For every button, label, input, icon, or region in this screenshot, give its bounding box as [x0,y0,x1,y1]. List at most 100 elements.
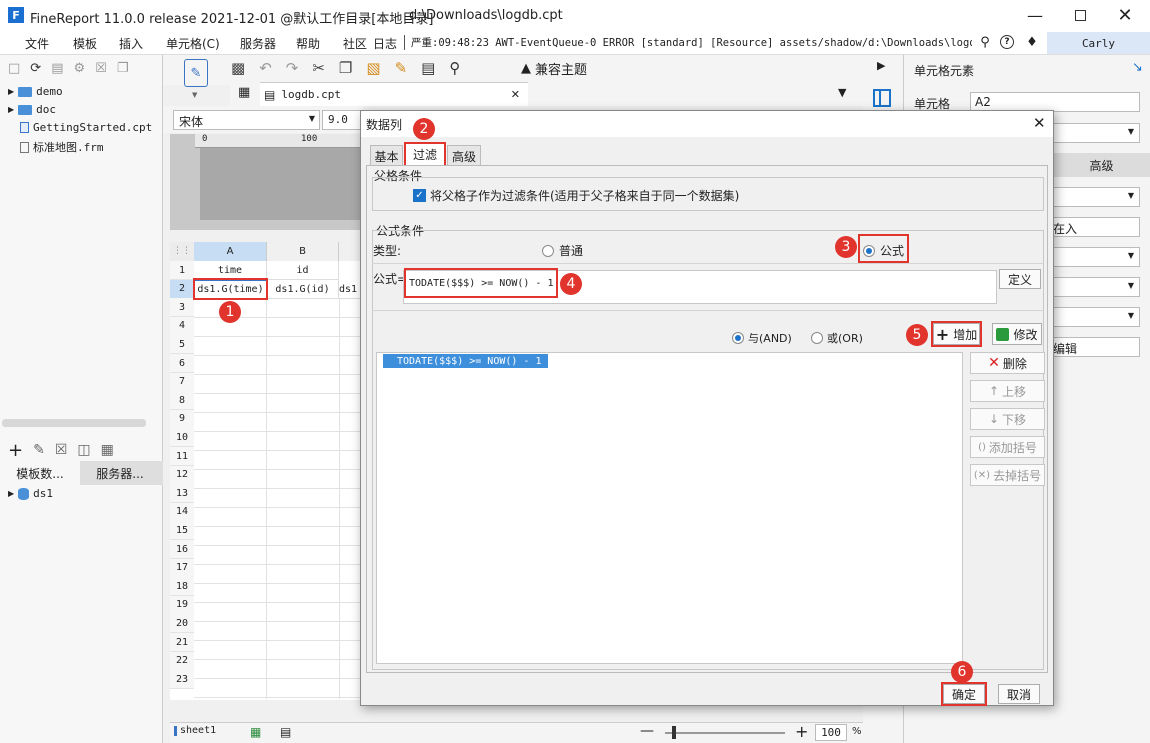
add-chart-sheet-icon[interactable]: ▤ [280,725,291,739]
compat-theme-button[interactable]: ▲ 兼容主题 [521,59,587,78]
cell-b2[interactable]: ds1.G(id) [267,280,339,299]
preview-icon[interactable]: ◫ [77,442,90,458]
panel-select-6[interactable]: ▼ [1052,307,1140,327]
condition-list[interactable]: TODATE($$$) >= NOW() - 1 [376,352,963,664]
row-header[interactable]: 22 [170,651,194,671]
format-brush-icon[interactable]: ✎ [395,59,408,77]
tree-item-ds1[interactable]: ▶ ds1 [8,487,53,500]
menu-file[interactable]: 文件 [25,35,49,52]
maximize-button[interactable] [1065,4,1095,26]
dialog-close-icon[interactable]: ✕ [1033,114,1046,132]
menu-cell[interactable]: 单元格(C) [166,35,220,52]
zoom-slider[interactable] [665,732,785,734]
panel-select-5[interactable]: ▼ [1052,277,1140,297]
panel-input-3[interactable]: 在入 [1052,217,1140,237]
undo-icon[interactable]: ↶ [259,59,272,77]
sheet-tab[interactable]: sheet1 [174,725,216,736]
panel-edit-icon[interactable]: ↘ [1132,60,1143,75]
row-header[interactable]: 7 [170,372,194,392]
search-icon[interactable]: ⚲ [978,35,992,50]
paste-icon[interactable]: ▧ [366,59,380,77]
column-header-a[interactable]: A [194,242,267,261]
row-header[interactable]: 16 [170,540,194,559]
expand-icon[interactable]: ▶ [8,489,14,498]
panel-select-1[interactable]: ▼ [1052,123,1140,143]
user-badge[interactable]: Carly [1047,32,1150,54]
redo-icon[interactable]: ↷ [286,59,299,77]
tree-item-demo[interactable]: ▶ demo [8,85,63,98]
tab-list-icon[interactable]: ▼ [838,86,846,99]
tab-basic[interactable]: 基本 [370,145,403,165]
refresh-icon[interactable]: ⟳ [30,61,41,76]
new-folder-icon[interactable]: □ [8,61,20,76]
cell-input[interactable]: A2 [970,92,1140,112]
zoom-out-button[interactable]: — [640,723,654,739]
row-header[interactable]: 10 [170,428,194,448]
zoom-preview-icon[interactable]: ⚲ [449,59,460,77]
row-header[interactable]: 20 [170,614,194,634]
editor-tab[interactable]: ▤ logdb.cpt ✕ [260,82,528,106]
row-header[interactable]: 3 [170,298,194,318]
modify-button[interactable]: 修改 [992,323,1042,345]
cell-b1[interactable]: id [267,261,339,280]
close-window-button[interactable]: ✕ [1110,4,1140,26]
trash-icon[interactable]: ☒ [95,61,107,76]
type-normal-radio[interactable]: 普通 [542,242,583,259]
grid-icon[interactable]: ▦ [238,85,250,100]
font-family-select[interactable]: 宋体 ▼ [173,110,320,130]
row-header[interactable]: 1 [170,261,194,280]
row-header[interactable]: 23 [170,670,194,690]
row-header[interactable]: 6 [170,354,194,373]
font-size-select[interactable]: 9.0 [322,110,364,130]
copy-icon[interactable]: ❐ [117,61,129,76]
settings-icon[interactable]: ⚙ [74,61,86,76]
and-radio[interactable]: 与(AND) [732,330,792,346]
panel-input-7[interactable]: 编辑 [1052,337,1140,357]
tree-item-map[interactable]: 标准地图.frm [20,139,104,155]
row-header[interactable]: 5 [170,335,194,355]
horizontal-scrollbar[interactable] [2,419,146,427]
collapse-icon[interactable]: ▶ [877,59,885,72]
menu-community[interactable]: 社区 [343,35,367,52]
parent-condition-checkbox[interactable]: ✓ 将父格子作为过滤条件(适用于父子格来自于同一个数据集) [413,187,739,204]
advanced-tab[interactable]: 高级 [1052,153,1150,177]
copy-icon[interactable]: ❐ [339,59,352,77]
or-radio[interactable]: 或(OR) [811,330,863,346]
bell-icon[interactable]: ♦ [1024,34,1040,50]
row-header[interactable]: 11 [170,447,194,466]
row-header[interactable]: 8 [170,391,194,411]
add-bracket-button[interactable]: () 添加括号 [970,436,1045,458]
menu-template[interactable]: 模板 [73,35,97,52]
template-icon[interactable]: ▤ [51,61,63,76]
row-header[interactable]: 2 [170,279,194,299]
column-header-c[interactable] [339,242,361,261]
row-header[interactable]: 19 [170,595,194,615]
panel-select-4[interactable]: ▼ [1052,247,1140,267]
help-icon[interactable]: ? [1000,35,1014,49]
tab-template-data[interactable]: 模板数... [0,461,80,485]
row-header[interactable]: 21 [170,633,194,652]
corner-cell[interactable]: ⋮⋮ [170,242,194,261]
tab-advanced[interactable]: 高级 [447,145,481,165]
zoom-value-box[interactable]: 100 [815,724,847,741]
tab-server-data[interactable]: 服务器... [80,461,160,485]
row-header[interactable]: 17 [170,558,194,578]
move-up-button[interactable]: ↑ 上移 [970,380,1045,402]
expand-icon[interactable]: ▶ [8,105,14,114]
minimize-button[interactable]: — [1020,4,1050,26]
row-header[interactable]: 9 [170,409,194,429]
menu-help[interactable]: 帮助 [296,35,320,52]
cell-element-icon[interactable] [873,89,891,107]
menu-insert[interactable]: 插入 [119,35,143,52]
menu-log[interactable]: 日志 [373,35,397,52]
row-header[interactable]: 4 [170,316,194,336]
save-icon[interactable]: ▩ [231,59,245,77]
add-sheet-icon[interactable]: ▦ [250,725,261,739]
cut-icon[interactable]: ✂ [312,59,325,77]
template-style-icon[interactable]: ✎ [184,59,208,87]
zoom-in-button[interactable]: + [795,722,808,741]
row-header[interactable]: 12 [170,465,194,485]
row-header[interactable]: 15 [170,521,194,541]
trash-icon[interactable]: ☒ [55,442,68,458]
grid-icon[interactable]: ▦ [101,442,114,458]
